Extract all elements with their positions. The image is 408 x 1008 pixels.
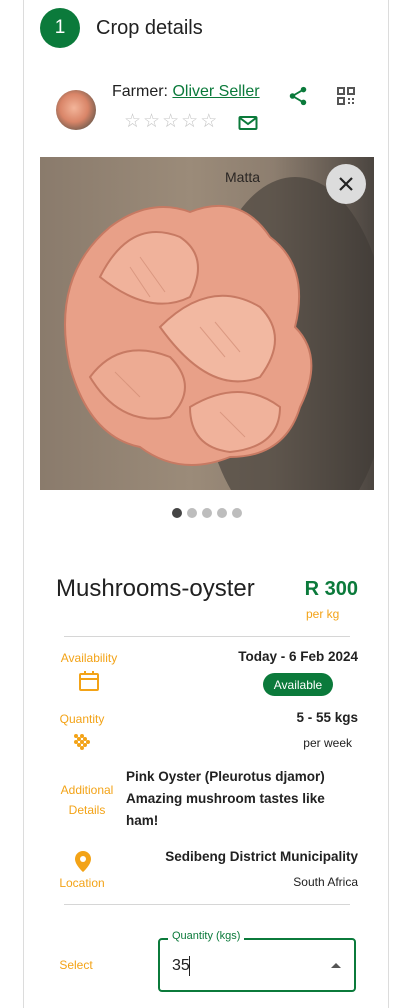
svg-text:Matta: Matta [225,169,260,185]
carousel-dot[interactable] [172,508,182,518]
carousel-dot[interactable] [217,508,227,518]
farmer-row: Farmer: Oliver Seller [112,83,260,101]
quantity-range: 5 - 55 kgs [296,710,358,725]
close-photo-button[interactable] [326,164,366,204]
star-icon[interactable]: ☆ [200,112,217,132]
text-caret [189,956,190,976]
star-icon[interactable]: ☆ [143,112,160,132]
farmer-avatar[interactable] [56,90,96,130]
step-title: Crop details [96,17,203,39]
carousel-dot[interactable] [187,508,197,518]
carousel-dot[interactable] [232,508,242,518]
carousel-dot[interactable] [202,508,212,518]
quantity-period: per week [303,736,352,750]
farmer-name-link[interactable]: Oliver Seller [172,83,259,100]
quantity-value[interactable]: 35 [172,957,190,975]
divider [64,904,350,905]
divider [64,636,350,637]
step-number-badge: 1 [40,8,80,48]
additional-details-text: Pink Oyster (Pleurotus djamor) Amazing m… [126,769,325,828]
share-icon[interactable] [287,85,309,112]
select-label: Select [59,958,93,972]
crop-price: R 300 [304,578,358,600]
qr-code-icon[interactable] [336,86,356,111]
dropdown-arrow-icon[interactable] [331,963,341,968]
location-municipality: Sedibeng District Municipality [165,849,358,864]
calendar-icon [78,670,100,697]
carousel-indicators[interactable] [172,508,242,518]
grain-icon [73,733,91,756]
quantity-field-label: Quantity (kgs) [168,930,245,942]
farmer-label: Farmer: [112,83,168,100]
star-icon[interactable]: ☆ [124,112,141,132]
crop-photo: Matta [40,157,374,490]
close-icon [339,177,353,191]
availability-status-badge: Available [263,673,333,696]
location-country: South Africa [293,875,358,889]
location-label: Location [59,876,105,890]
crop-name: Mushrooms-oyster [56,575,255,602]
price-unit: per kg [306,607,340,621]
quantity-label: Quantity [59,712,105,726]
availability-dates: Today - 6 Feb 2024 [238,649,358,664]
star-icon[interactable]: ☆ [162,112,179,132]
mail-icon[interactable] [238,114,258,137]
availability-label: Availability [60,651,118,665]
farmer-rating[interactable]: ☆ ☆ ☆ ☆ ☆ [124,112,217,132]
additional-details-label: Additional Details [60,783,114,817]
star-icon[interactable]: ☆ [181,112,198,132]
